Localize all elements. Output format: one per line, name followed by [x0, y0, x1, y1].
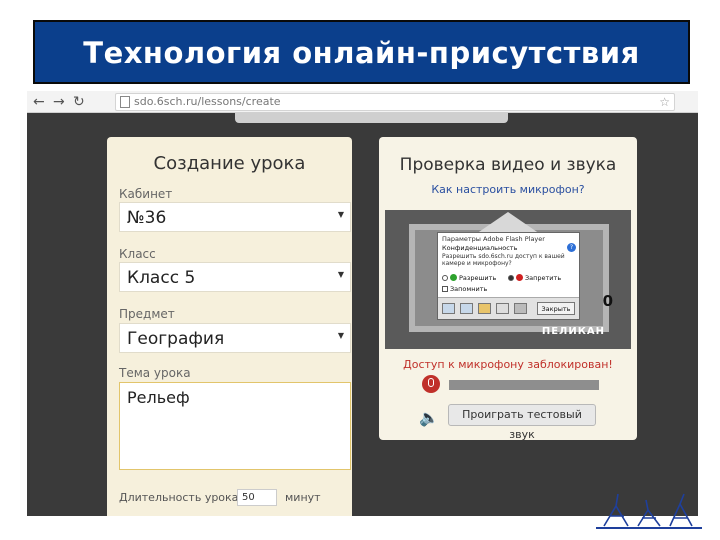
- duration-row: Длительность урока: 50 минут: [119, 489, 359, 507]
- mic-blocked-warning: Доступ к микрофону заблокирован!: [403, 358, 613, 371]
- microphone-tab-icon[interactable]: [496, 303, 509, 314]
- av-check-title: Проверка видео и звука: [399, 155, 617, 175]
- topic-textarea[interactable]: Рельеф: [119, 382, 351, 470]
- logo-decoration: [596, 493, 702, 529]
- video-logo: ПЕЛИКАН: [541, 326, 605, 337]
- slide-title: Технология онлайн-присутствия: [83, 36, 640, 70]
- flash-dialog-title: Параметры Adobe Flash Player: [442, 235, 545, 243]
- close-button[interactable]: Закрыть: [537, 302, 575, 315]
- video-preview: 0 ПЕЛИКАН Параметры Adobe Flash Player К…: [385, 210, 631, 349]
- room-value: №36: [127, 208, 167, 228]
- speaker-icon: 🔈: [419, 408, 439, 427]
- mic-level-bar: [449, 380, 599, 390]
- help-icon[interactable]: ?: [567, 243, 576, 252]
- top-tab[interactable]: [235, 113, 508, 123]
- reload-icon[interactable]: ↻: [73, 93, 85, 111]
- subject-select[interactable]: География ▼: [119, 323, 351, 353]
- duration-input[interactable]: 50: [237, 489, 277, 506]
- duration-label: Длительность урока:: [119, 491, 243, 504]
- subject-label: Предмет: [119, 307, 175, 321]
- topic-label: Тема урока: [119, 366, 191, 380]
- arrow-right-icon[interactable]: →: [53, 93, 65, 111]
- subject-value: География: [127, 329, 225, 349]
- lesson-form-panel: Создание урока Кабинет №36 ▼ Класс Класс…: [107, 137, 352, 516]
- flash-dialog-text: Разрешить sdo.6sch.ru доступ к вашей кам…: [442, 253, 565, 267]
- room-select[interactable]: №36 ▼: [119, 202, 351, 232]
- allow-icon: [450, 274, 457, 281]
- chevron-down-icon: ▼: [337, 270, 344, 279]
- chevron-down-icon: ▼: [337, 331, 344, 340]
- flash-dialog-subtitle: Конфиденциальность: [442, 244, 518, 252]
- monitor-icon[interactable]: [442, 303, 455, 314]
- deny-label: Запретить: [525, 274, 562, 282]
- radio-icon: [442, 275, 448, 281]
- remember-label: Запомнить: [450, 285, 488, 293]
- url-text: sdo.6sch.ru/lessons/create: [134, 95, 281, 108]
- arrow-left-icon[interactable]: ←: [33, 93, 45, 111]
- page-icon: [120, 96, 130, 108]
- class-value: Класс 5: [127, 268, 196, 288]
- bookmark-star-icon[interactable]: ☆: [659, 95, 670, 109]
- flash-tab-bar: Закрыть: [438, 297, 579, 319]
- radio-checked-icon: [508, 275, 514, 281]
- title-banner: Технология онлайн-присутствия: [33, 20, 690, 84]
- allow-radio[interactable]: Разрешить: [442, 274, 496, 282]
- deny-icon: [516, 274, 523, 281]
- remember-checkbox[interactable]: Запомнить: [442, 285, 487, 293]
- room-label: Кабинет: [119, 187, 173, 201]
- privacy-icon[interactable]: [460, 303, 473, 314]
- flash-permission-dialog: Параметры Adobe Flash Player Конфиденциа…: [437, 232, 580, 320]
- slide: Технология онлайн-присутствия ← → ↻ sdo.…: [0, 0, 720, 540]
- topic-value: Рельеф: [127, 388, 190, 407]
- av-check-panel: Проверка видео и звука Как настроить мик…: [379, 137, 637, 441]
- checkbox-icon: [442, 286, 448, 292]
- class-label: Класс: [119, 247, 156, 261]
- video-digit: 0: [602, 292, 613, 310]
- duration-unit: минут: [285, 491, 321, 504]
- deny-radio[interactable]: Запретить: [508, 274, 561, 282]
- chevron-down-icon: ▼: [337, 210, 344, 219]
- play-test-sound-button[interactable]: Проиграть тестовый звук: [448, 404, 596, 441]
- class-select[interactable]: Класс 5 ▼: [119, 262, 351, 292]
- browser-toolbar: ← → ↻ sdo.6sch.ru/lessons/create ☆: [27, 91, 698, 113]
- allow-label: Разрешить: [459, 274, 497, 282]
- lesson-form-title: Создание урока: [153, 153, 306, 174]
- camera-tab-icon[interactable]: [514, 303, 527, 314]
- address-bar[interactable]: sdo.6sch.ru/lessons/create ☆: [115, 93, 675, 111]
- microphone-icon: [422, 375, 440, 393]
- mic-help-link[interactable]: Как настроить микрофон?: [379, 183, 637, 196]
- storage-icon[interactable]: [478, 303, 491, 314]
- web-page: Создание урока Кабинет №36 ▼ Класс Класс…: [27, 113, 698, 516]
